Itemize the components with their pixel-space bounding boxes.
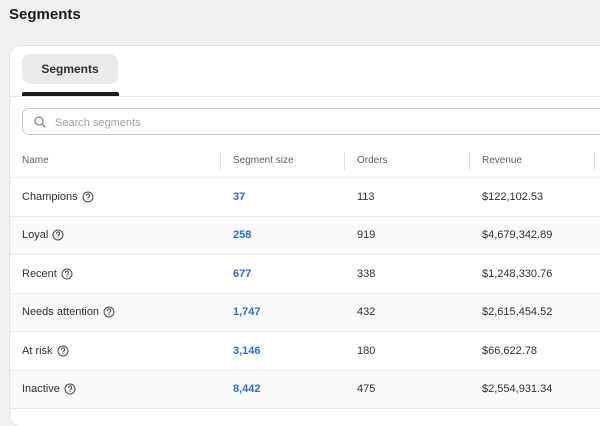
segment-name: Needs attention xyxy=(22,306,100,319)
segment-name: Inactive xyxy=(22,383,60,396)
revenue-value: $122,102.53 xyxy=(482,190,544,203)
orders-value: 432 xyxy=(357,306,376,319)
column-header-segment-size[interactable]: Segment size xyxy=(233,144,294,177)
revenue-value: $4,679,342.89 xyxy=(482,229,553,242)
column-header-revenue[interactable]: Revenue xyxy=(482,144,522,177)
column-header-orders[interactable]: Orders xyxy=(357,144,388,177)
column-header-name[interactable]: Name xyxy=(22,144,49,177)
help-circle-icon[interactable] xyxy=(61,268,73,280)
column-divider xyxy=(594,152,595,170)
help-circle-icon[interactable] xyxy=(57,345,69,357)
column-divider xyxy=(220,152,221,170)
tab-bar: Segments xyxy=(10,46,600,97)
segment-size-link[interactable]: 258 xyxy=(233,229,251,241)
column-divider xyxy=(344,152,345,170)
table-row[interactable]: At risk 3,146 180 $66,622.78 xyxy=(10,332,600,371)
help-circle-icon[interactable] xyxy=(103,306,115,318)
segment-size-link[interactable]: 1,747 xyxy=(233,306,261,318)
tab-selected-indicator xyxy=(22,92,119,96)
table-header-row: Name Segment size Orders Revenue xyxy=(10,144,600,178)
segment-size-link[interactable]: 3,146 xyxy=(233,345,261,357)
search-icon xyxy=(34,116,46,128)
segment-size-link[interactable]: 677 xyxy=(233,268,251,280)
orders-value: 180 xyxy=(357,344,376,357)
search-field[interactable] xyxy=(22,108,600,135)
table-row[interactable]: Recent 677 338 $1,248,330.76 xyxy=(10,255,600,294)
orders-value: 113 xyxy=(357,190,375,203)
table-row[interactable]: Needs attention 1,747 432 $2,615,454.52 xyxy=(10,293,600,332)
table-row[interactable]: Loyal 258 919 $4,679,342.89 xyxy=(10,216,600,255)
orders-value: 338 xyxy=(357,267,376,280)
table-row[interactable]: Inactive 8,442 475 $2,554,931.34 xyxy=(10,370,600,409)
segment-name: Loyal xyxy=(22,229,49,242)
column-divider xyxy=(469,152,470,170)
tab-segments[interactable]: Segments xyxy=(22,54,118,84)
orders-value: 475 xyxy=(357,383,376,396)
help-circle-icon[interactable] xyxy=(52,229,64,241)
segments-card: Segments Name Segment size Orders Revenu… xyxy=(10,46,600,426)
help-circle-icon[interactable] xyxy=(64,383,76,395)
orders-value: 919 xyxy=(357,229,376,242)
page-title: Segments xyxy=(9,6,81,23)
tab-label: Segments xyxy=(41,62,99,76)
search-input[interactable] xyxy=(53,112,457,134)
segment-name: Champions xyxy=(22,190,78,203)
segments-table: Name Segment size Orders Revenue Champio… xyxy=(10,144,600,409)
segment-size-link[interactable]: 8,442 xyxy=(233,383,261,395)
segment-name: At risk xyxy=(22,344,53,357)
help-circle-icon[interactable] xyxy=(82,191,94,203)
segment-size-link[interactable]: 37 xyxy=(233,191,245,203)
revenue-value: $2,615,454.52 xyxy=(482,306,553,319)
table-row[interactable]: Champions 37 113 $122,102.53 xyxy=(10,178,600,217)
segment-name: Recent xyxy=(22,267,57,280)
revenue-value: $2,554,931.34 xyxy=(482,383,553,396)
revenue-value: $66,622.78 xyxy=(482,344,538,357)
revenue-value: $1,248,330.76 xyxy=(482,267,553,280)
